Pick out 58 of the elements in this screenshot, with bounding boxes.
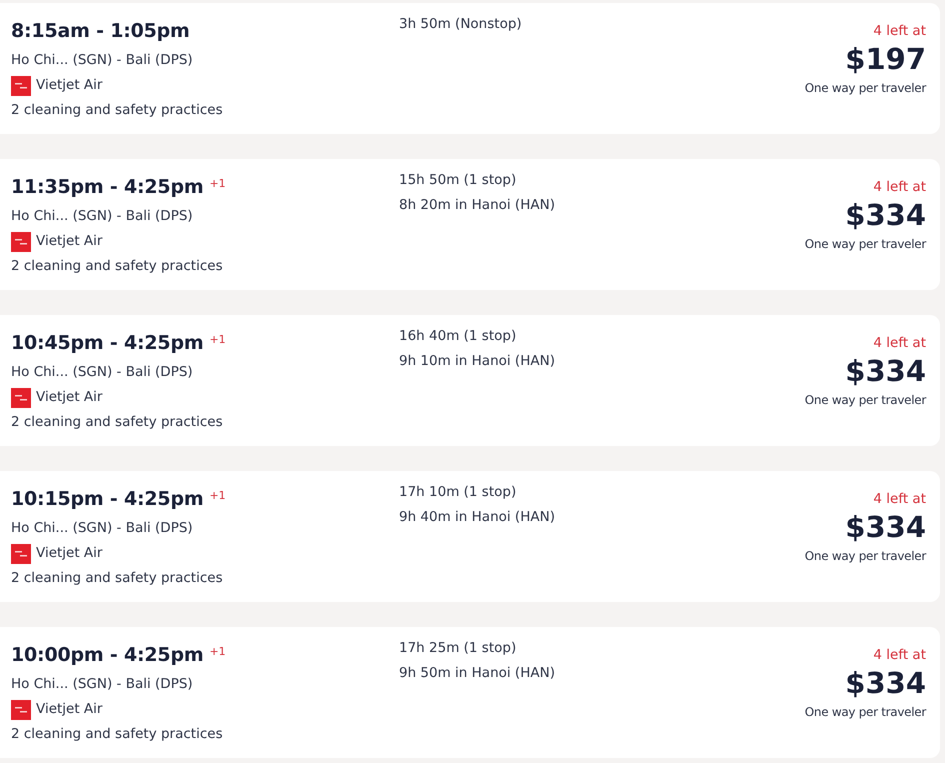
airline-name: Vietjet Air <box>36 700 102 719</box>
seats-left: 4 left at <box>873 178 926 197</box>
flight-card[interactable]: 10:45pm - 4:25pm +1 Ho Chi... (SGN) - Bali (DPS) Vietjet Air 2 cleaning and safety practices 16h 40m (1 stop) 9h 10m in Hanoi (HAN) 4 left at $334 One way per traveler <box>0 315 940 446</box>
flight-card[interactable]: 10:15pm - 4:25pm +1 Ho Chi... (SGN) - Bali (DPS) Vietjet Air 2 cleaning and safety practices 17h 10m (1 stop) 9h 40m in Hanoi (HAN) 4 left at $334 One way per traveler <box>0 471 940 602</box>
route: Ho Chi... (SGN) - Bali (DPS) <box>11 363 193 382</box>
price-note: One way per traveler <box>804 236 926 253</box>
airline-name: Vietjet Air <box>36 388 102 407</box>
route: Ho Chi... (SGN) - Bali (DPS) <box>11 51 193 70</box>
price: $334 <box>845 509 926 545</box>
safety-practices: 2 cleaning and safety practices <box>11 569 223 588</box>
flight-card[interactable]: 10:00pm - 4:25pm +1 Ho Chi... (SGN) - Bali (DPS) Vietjet Air 2 cleaning and safety practices 17h 25m (1 stop) 9h 50m in Hanoi (HAN) 4 left at $334 One way per traveler <box>0 627 940 758</box>
safety-practices: 2 cleaning and safety practices <box>11 725 223 744</box>
price-note: One way per traveler <box>804 80 926 97</box>
price: $334 <box>845 353 926 389</box>
day-offset: +1 <box>209 645 226 658</box>
day-offset: +1 <box>209 333 226 346</box>
airline-name: Vietjet Air <box>36 544 102 563</box>
flight-duration: 16h 40m (1 stop) <box>399 327 516 346</box>
seats-left: 4 left at <box>873 334 926 353</box>
price: $334 <box>845 197 926 233</box>
route: Ho Chi... (SGN) - Bali (DPS) <box>11 207 193 226</box>
flight-times: 10:15pm - 4:25pm <box>11 488 204 510</box>
safety-practices: 2 cleaning and safety practices <box>11 101 223 120</box>
seats-left: 4 left at <box>873 490 926 509</box>
price: $334 <box>845 665 926 701</box>
seats-left: 4 left at <box>873 22 926 41</box>
price-note: One way per traveler <box>804 392 926 409</box>
flight-duration: 15h 50m (1 stop) <box>399 171 516 190</box>
route: Ho Chi... (SGN) - Bali (DPS) <box>11 519 193 538</box>
flight-times: 10:45pm - 4:25pm <box>11 332 204 354</box>
flight-card[interactable]: 11:35pm - 4:25pm +1 Ho Chi... (SGN) - Bali (DPS) Vietjet Air 2 cleaning and safety practices 15h 50m (1 stop) 8h 20m in Hanoi (HAN) 4 left at $334 One way per traveler <box>0 159 940 290</box>
flight-duration: 3h 50m (Nonstop) <box>399 15 522 34</box>
price: $197 <box>845 41 926 77</box>
layover-info: 8h 20m in Hanoi (HAN) <box>399 196 555 215</box>
safety-practices: 2 cleaning and safety practices <box>11 413 223 432</box>
day-offset: +1 <box>209 489 226 502</box>
airline-logo-icon <box>11 388 31 408</box>
safety-practices: 2 cleaning and safety practices <box>11 257 223 276</box>
layover-info: 9h 10m in Hanoi (HAN) <box>399 352 555 371</box>
flight-card[interactable]: 8:15am - 1:05pm Ho Chi... (SGN) - Bali (DPS) Vietjet Air 2 cleaning and safety practices 3h 50m (Nonstop) 4 left at $197 One way per traveler <box>0 3 940 134</box>
flight-times: 11:35pm - 4:25pm <box>11 176 204 198</box>
route: Ho Chi... (SGN) - Bali (DPS) <box>11 675 193 694</box>
airline-logo-icon <box>11 232 31 252</box>
price-note: One way per traveler <box>804 704 926 721</box>
airline-logo-icon <box>11 76 31 96</box>
layover-info: 9h 40m in Hanoi (HAN) <box>399 508 555 527</box>
airline-name: Vietjet Air <box>36 232 102 251</box>
layover-info: 9h 50m in Hanoi (HAN) <box>399 664 555 683</box>
airline-name: Vietjet Air <box>36 76 102 95</box>
flight-duration: 17h 25m (1 stop) <box>399 639 516 658</box>
flight-times: 10:00pm - 4:25pm <box>11 644 204 666</box>
airline-logo-icon <box>11 544 31 564</box>
seats-left: 4 left at <box>873 646 926 665</box>
flight-times: 8:15am - 1:05pm <box>11 20 190 42</box>
flight-duration: 17h 10m (1 stop) <box>399 483 516 502</box>
day-offset: +1 <box>209 177 226 190</box>
price-note: One way per traveler <box>804 548 926 565</box>
airline-logo-icon <box>11 700 31 720</box>
